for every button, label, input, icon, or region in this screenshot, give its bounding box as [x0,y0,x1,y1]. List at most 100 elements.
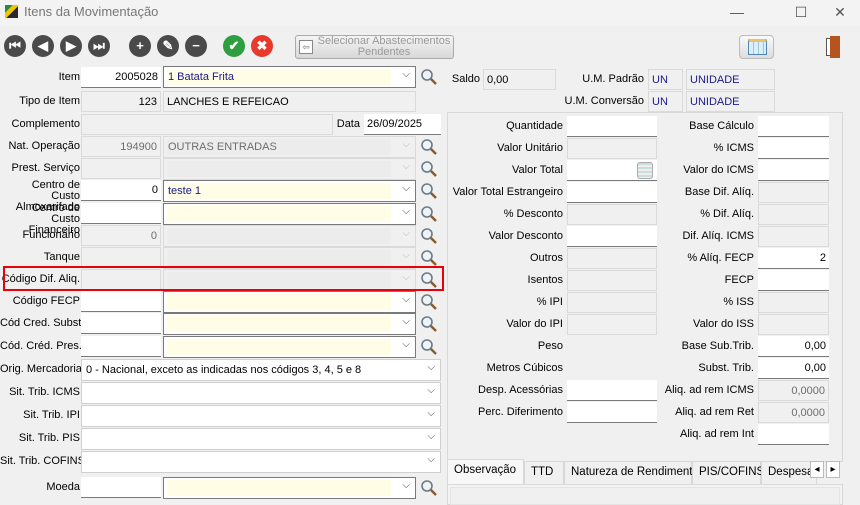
value-input[interactable] [567,380,657,401]
code-input[interactable] [81,313,161,334]
search-icon[interactable] [420,315,438,333]
add-button[interactable]: + [129,35,151,57]
select-pending-label: Selecionar Abastecimentos Pendentes [317,35,451,58]
observation-textarea[interactable] [450,487,840,505]
previous-record-button[interactable]: ◀ [32,35,54,57]
search-icon[interactable] [420,138,438,156]
search-icon[interactable] [420,249,438,267]
search-icon[interactable] [420,68,438,86]
value-input[interactable] [567,226,657,247]
value-label: % Alíq. FECP [687,252,754,264]
value-input [567,270,657,291]
value-input[interactable]: 0,00 [758,358,829,379]
description-dropdown: OUTRAS ENTRADAS ⌵ [163,136,416,158]
tab-scroll-left-button[interactable]: ◂ [810,461,824,478]
description-dropdown[interactable]: teste 1 ⌵ [163,180,416,202]
search-icon[interactable] [420,293,438,311]
item-dropdown[interactable]: 1 Batata Frita ⌵ [163,66,416,88]
description-dropdown[interactable]: ⌵ [163,336,416,358]
conversion-unit-label: U.M. Conversão [564,95,644,107]
currency-code-input[interactable] [81,477,161,498]
value-label: Isentos [527,274,563,286]
value-input[interactable]: 2 [758,248,829,269]
item-label: Item [58,71,80,83]
value-input [758,226,829,247]
value-label: Desp. Acessórias [478,384,563,396]
tab-natureza-de-rendimento[interactable]: Natureza de Rendimento [564,461,699,484]
item-code-input[interactable]: 2005028 [81,67,161,88]
search-icon[interactable] [420,182,438,200]
situation-dropdown[interactable]: ⌵ [81,382,441,404]
complement-label: Complemento [11,118,80,130]
cancel-button[interactable]: ✖ [251,35,273,57]
tab-despesa[interactable]: Despesa [761,461,817,484]
search-icon[interactable] [420,227,438,245]
code-input [81,158,161,179]
tab-scroll-right-button[interactable]: ▸ [826,461,840,478]
search-icon[interactable] [420,479,438,497]
value-input[interactable] [758,424,829,445]
value-input[interactable] [758,160,829,181]
calculator-icon[interactable] [637,162,653,179]
grid-view-button[interactable] [739,35,774,59]
description-dropdown-value [167,250,391,266]
situation-dropdown[interactable]: ⌵ [81,428,441,450]
first-record-button[interactable]: ⏮ [4,35,26,57]
field-label: Cód Cred. Subst. [0,317,85,329]
value-label: % Desconto [503,208,563,220]
situation-dropdown[interactable]: ⌵ [81,405,441,427]
exit-button[interactable] [826,36,842,58]
value-input[interactable] [567,402,657,423]
chevron-down-icon: ⌵ [427,408,435,419]
chevron-down-icon: ⌵ [402,294,410,305]
field-label: Centro de Custo Financeiro [28,202,80,236]
currency-dropdown[interactable]: ⌵ [163,477,416,499]
value-input[interactable]: 0,00 [758,336,829,357]
value-label: Base Dif. Alíq. [684,186,754,198]
value-input[interactable] [567,182,657,203]
title-bar: Itens da Movimentação — ☐ ✕ [0,0,860,26]
last-record-button[interactable]: ⏭ [88,35,110,57]
value-input[interactable] [758,270,829,291]
delete-button[interactable]: − [185,35,207,57]
situation-dropdown[interactable]: 0 - Nacional, exceto as indicadas nos có… [81,359,441,381]
description-dropdown-value [167,339,391,355]
code-input[interactable] [81,336,161,357]
field-label: Funcionário [22,229,80,241]
value-input[interactable] [567,116,657,137]
description-dropdown[interactable]: ⌵ [163,313,416,335]
search-icon[interactable] [420,205,438,223]
value-input: 0,0000 [758,402,829,423]
description-dropdown[interactable]: ⌵ [163,203,416,225]
tab-observa-o[interactable]: Observação [447,459,524,484]
value-input[interactable] [758,116,829,137]
minimize-button[interactable]: — [717,2,757,22]
code-input[interactable]: 0 [81,180,161,201]
description-dropdown-value: teste 1 [167,183,391,199]
code-input[interactable] [81,203,161,224]
tab-pis-cofins[interactable]: PIS/COFINS [692,461,764,484]
chevron-down-icon: ⌵ [427,454,435,465]
edit-button[interactable]: ✎ [157,35,179,57]
situation-dropdown[interactable]: ⌵ [81,451,441,473]
description-dropdown[interactable]: ⌵ [163,291,416,313]
value-label: Valor do IPI [506,318,563,330]
item-type-label: Tipo de Item [19,95,80,107]
value-label: Dif. Alíq. ICMS [682,230,754,242]
close-button[interactable]: ✕ [820,2,860,22]
default-unit-code: UN [648,69,683,90]
search-icon[interactable] [420,160,438,178]
search-icon[interactable] [420,338,438,356]
balance-label: Saldo [451,73,480,85]
conversion-unit-desc: UNIDADE [686,91,775,112]
select-pending-button[interactable]: ⇦ Selecionar Abastecimentos Pendentes [295,35,454,59]
maximize-button[interactable]: ☐ [781,2,821,22]
date-input[interactable]: 26/09/2025 [364,114,441,135]
code-input[interactable] [81,291,161,312]
value-label: Valor do ICMS [683,164,754,176]
confirm-button[interactable]: ✔ [223,35,245,57]
next-record-button[interactable]: ▶ [60,35,82,57]
description-dropdown-value [167,228,391,244]
value-input[interactable] [758,138,829,159]
tab-ttd[interactable]: TTD [524,461,564,484]
